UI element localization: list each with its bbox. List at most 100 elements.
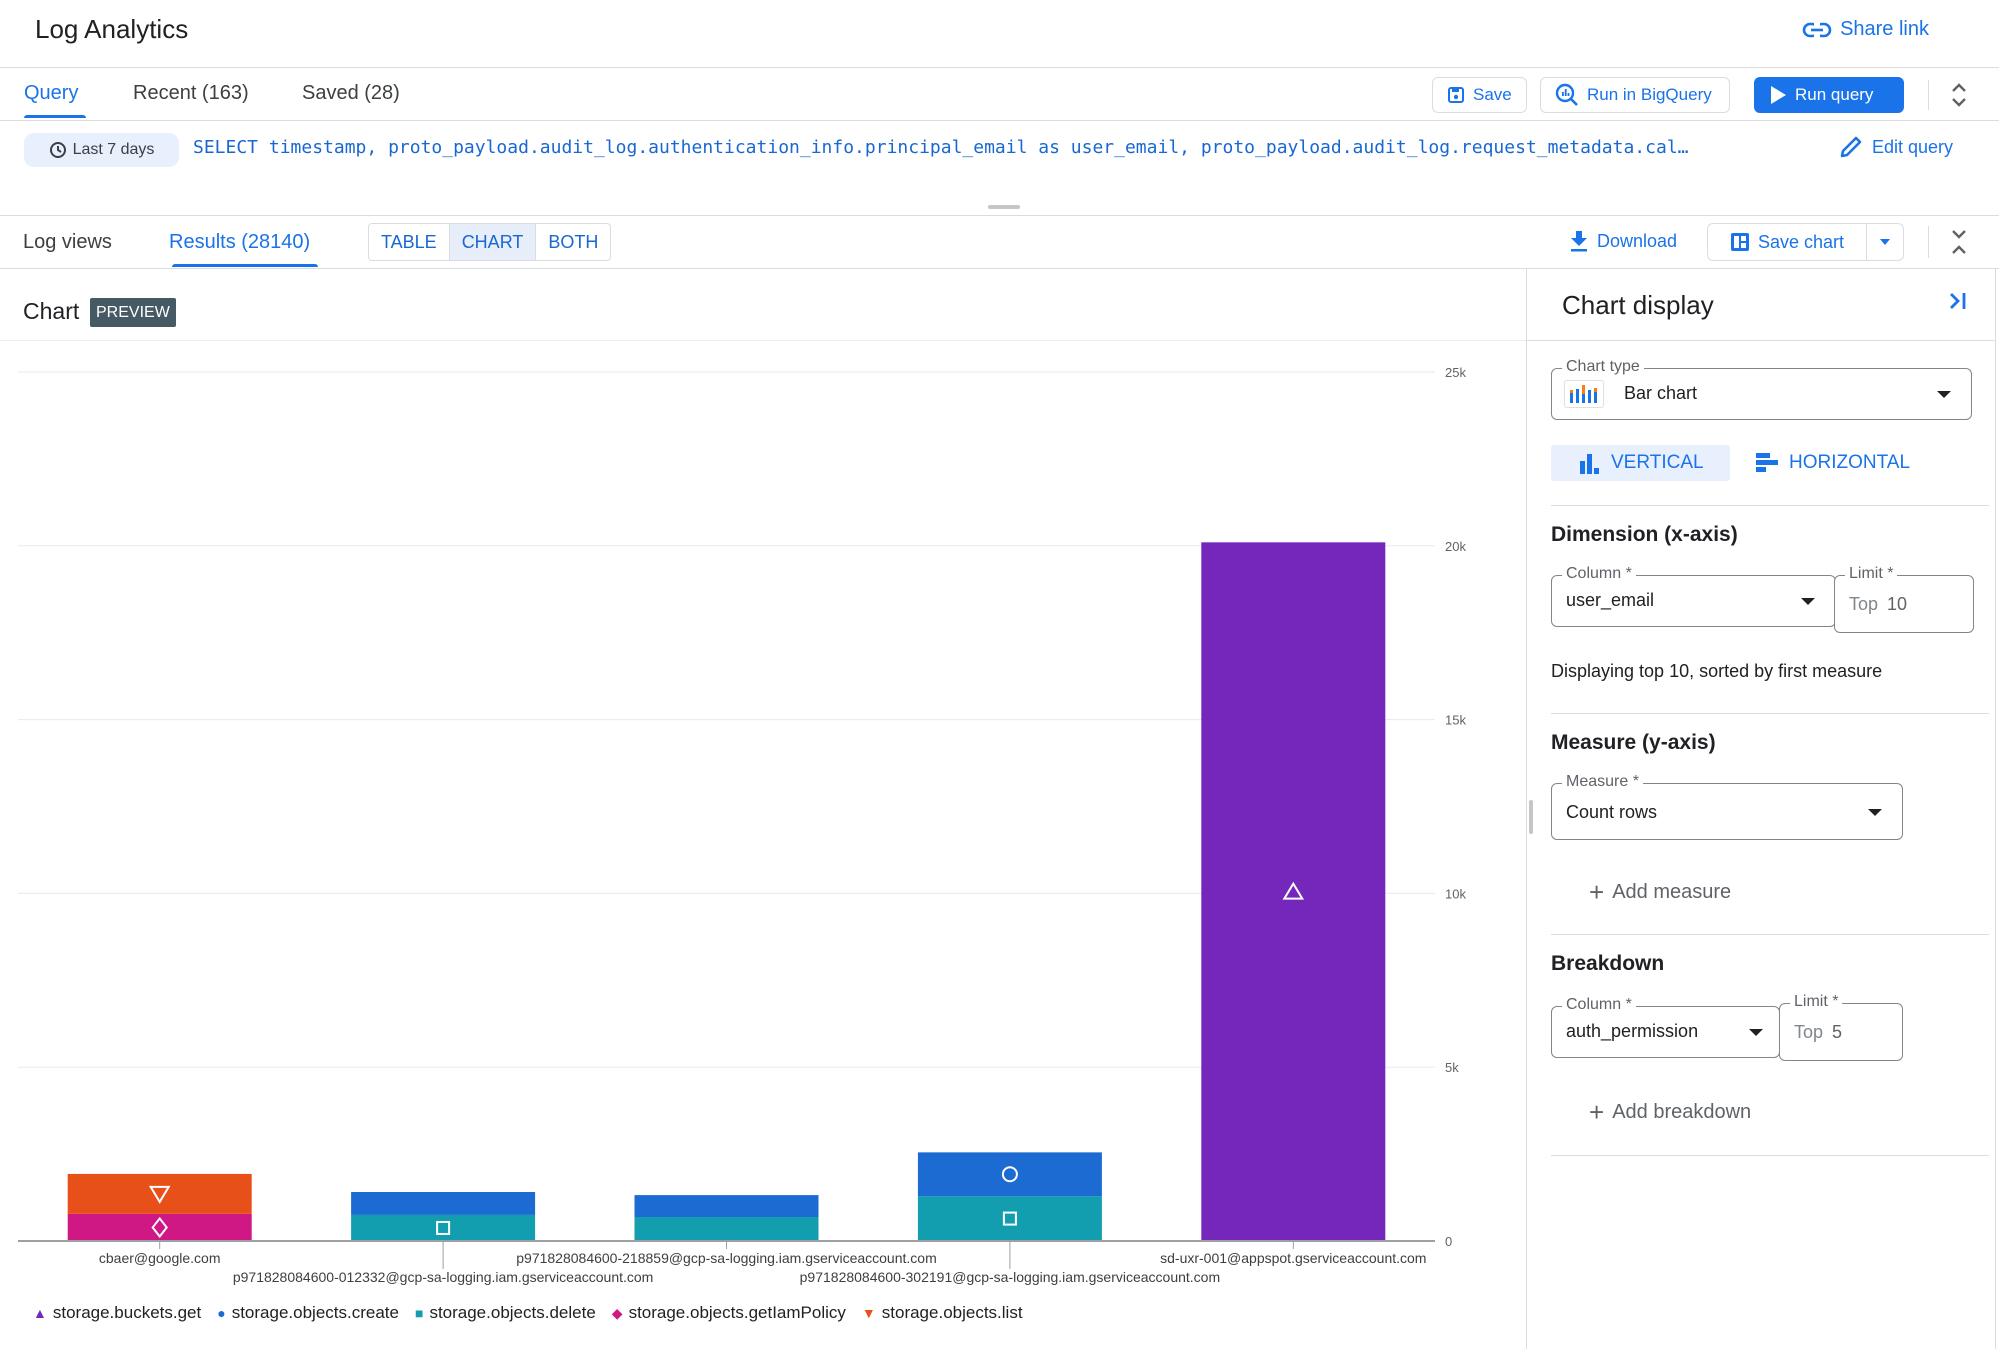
legend-item[interactable]: ■ storage.objects.delete	[415, 1303, 596, 1323]
x-tick-label: p971828084600-302191@gcp-sa-logging.iam.…	[800, 1269, 1221, 1285]
add-measure-label: Add measure	[1612, 880, 1732, 903]
caret-down-icon	[1868, 809, 1882, 816]
dimension-section-title: Dimension (x-axis)	[1551, 523, 1738, 546]
bigquery-icon	[1555, 83, 1578, 106]
save-chart-split-button: Save chart	[1707, 223, 1904, 261]
save-query-button[interactable]: Save	[1432, 77, 1527, 113]
edit-query-button[interactable]: Edit query	[1838, 134, 1953, 160]
orientation-horizontal-button[interactable]: HORIZONTAL	[1729, 445, 1936, 481]
sql-query-preview[interactable]: SELECT timestamp, proto_payload.audit_lo…	[193, 137, 1783, 158]
dimension-note: Displaying top 10, sorted by first measu…	[1551, 661, 1883, 681]
save-label: Save	[1473, 85, 1512, 104]
tab-saved[interactable]: Saved (28)	[302, 82, 400, 105]
tab-log-views[interactable]: Log views	[23, 231, 112, 254]
run-query-button[interactable]: Run query	[1754, 77, 1904, 113]
vertical-bars-icon	[1580, 454, 1599, 474]
bar-segment	[634, 1217, 819, 1241]
resize-handle[interactable]	[988, 205, 1020, 209]
divider	[1928, 226, 1929, 258]
save-icon	[1448, 87, 1464, 103]
measure-select[interactable]: Measure * Count rows	[1551, 773, 1903, 840]
download-button[interactable]: Download	[1569, 230, 1677, 252]
panel-resize-handle[interactable]	[1529, 800, 1533, 834]
legend-label: storage.objects.delete	[429, 1303, 596, 1322]
run-in-bigquery-button[interactable]: Run in BigQuery	[1540, 77, 1730, 113]
unfold-less-icon	[1952, 230, 1966, 254]
divider	[1527, 340, 1995, 341]
chart-legend: ▲ storage.buckets.get ● storage.objects.cre…	[33, 1303, 1023, 1323]
time-range-label: Last 7 days	[72, 141, 155, 158]
edit-query-label: Edit query	[1872, 136, 1954, 157]
y-tick-label: 0	[1445, 1234, 1452, 1249]
collapse-panel-button[interactable]	[1947, 290, 1969, 319]
clock-icon	[49, 142, 66, 158]
add-measure-button[interactable]: + Add measure	[1589, 879, 1731, 905]
legend-label: storage.objects.getIamPolicy	[628, 1303, 846, 1322]
bar-segment	[917, 1196, 1102, 1241]
panel-divider	[1526, 268, 1527, 1349]
measure-section-title: Measure (y-axis)	[1551, 731, 1716, 754]
divider	[0, 120, 1999, 121]
breakdown-limit-prefix: Top	[1794, 1022, 1824, 1042]
bar-segment	[67, 1173, 252, 1214]
tab-query[interactable]: Query	[24, 82, 78, 105]
plus-icon: +	[1589, 877, 1605, 907]
dimension-limit-prefix: Top	[1849, 594, 1879, 614]
triangle-up-legend-icon: ▲	[33, 1305, 47, 1321]
breakdown-column-select[interactable]: Column * auth_permission	[1551, 996, 1780, 1058]
run-in-bigquery-label: Run in BigQuery	[1587, 85, 1712, 104]
bar-chart-icon	[1564, 380, 1604, 408]
download-icon	[1571, 231, 1587, 252]
view-mode-chart[interactable]: CHART	[449, 224, 537, 260]
x-tick-label: p971828084600-218859@gcp-sa-logging.iam.…	[516, 1250, 937, 1266]
add-breakdown-button[interactable]: + Add breakdown	[1589, 1099, 1751, 1125]
save-chart-button[interactable]: Save chart	[1708, 224, 1867, 260]
collapse-results-button[interactable]	[1950, 228, 1968, 261]
divider	[1551, 934, 1989, 935]
view-mode-both[interactable]: BOTH	[536, 224, 610, 260]
share-link-button[interactable]: Share link	[1802, 18, 1929, 41]
dimension-limit-input[interactable]: Limit * Top 10	[1834, 565, 1974, 633]
legend-item[interactable]: ▲ storage.buckets.get	[33, 1303, 201, 1323]
orientation-vertical-button[interactable]: VERTICAL	[1551, 445, 1730, 481]
play-icon	[1771, 86, 1786, 104]
save-chart-menu-button[interactable]	[1867, 224, 1903, 260]
last-page-icon	[1950, 293, 1966, 309]
triangle-down-legend-icon: ▼	[861, 1305, 876, 1321]
active-tab-indicator	[24, 115, 86, 118]
caret-down-icon	[1801, 598, 1815, 605]
bar-segment	[917, 1152, 1102, 1197]
y-tick-label: 15k	[1445, 713, 1466, 728]
breakdown-column-label: Column *	[1562, 996, 1636, 1014]
tab-results[interactable]: Results (28140)	[169, 231, 310, 254]
panel-title: Chart display	[1562, 290, 1714, 320]
divider	[1928, 80, 1929, 110]
breakdown-column-value: auth_permission	[1566, 1021, 1699, 1041]
x-tick-label: p971828084600-012332@gcp-sa-logging.iam.…	[233, 1269, 654, 1285]
legend-item[interactable]: ● storage.objects.create	[217, 1303, 399, 1323]
chart-type-select[interactable]: Chart type Bar chart	[1551, 358, 1972, 420]
dimension-column-select[interactable]: Column * user_email	[1551, 565, 1836, 627]
expand-collapse-editor-button[interactable]	[1950, 82, 1968, 113]
dashboard-icon	[1730, 233, 1749, 251]
divider	[0, 268, 1999, 269]
bar-chart: 0 5k 10k 15k 20k 25k cbaer@google.com p97182808…	[18, 365, 1466, 1285]
dimension-limit-label: Limit *	[1845, 565, 1898, 583]
square-legend-icon: ■	[414, 1305, 424, 1321]
legend-item[interactable]: ▼ storage.objects.list	[862, 1303, 1023, 1323]
legend-item[interactable]: ◆ storage.objects.getIamPolicy	[612, 1303, 846, 1323]
view-mode-table[interactable]: TABLE	[369, 224, 450, 260]
unfold-icon	[1952, 83, 1966, 107]
time-range-chip[interactable]: Last 7 days	[24, 133, 179, 167]
save-chart-label: Save chart	[1757, 231, 1845, 252]
breakdown-limit-input[interactable]: Limit * Top 5	[1779, 993, 1903, 1061]
y-tick-label: 25k	[1445, 365, 1466, 380]
x-tick-label: sd-uxr-001@appspot.gserviceaccount.com	[1160, 1250, 1426, 1266]
horizontal-bars-icon	[1756, 453, 1778, 472]
tab-recent[interactable]: Recent (163)	[133, 82, 249, 105]
x-tick-label: cbaer@google.com	[99, 1250, 221, 1266]
dimension-column-value: user_email	[1566, 590, 1655, 610]
legend-label: storage.buckets.get	[52, 1303, 202, 1322]
plus-icon: +	[1589, 1097, 1605, 1127]
caret-down-icon	[1749, 1029, 1763, 1036]
